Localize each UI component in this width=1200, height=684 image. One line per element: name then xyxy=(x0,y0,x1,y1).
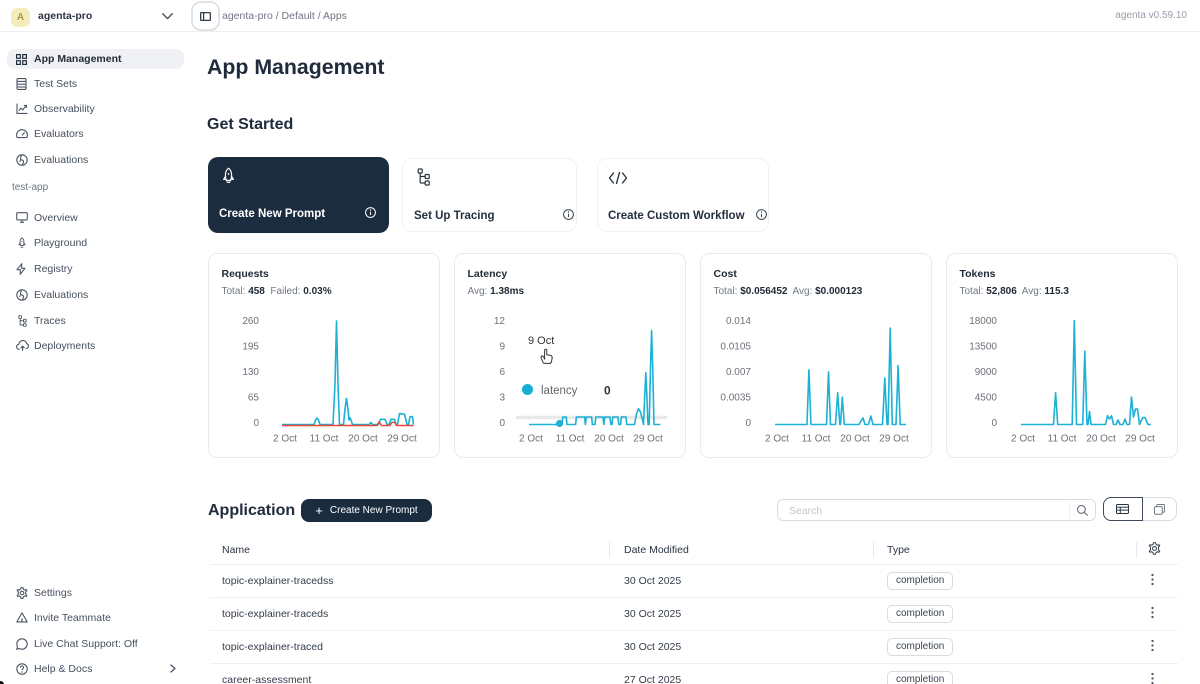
svg-text:20 Oct: 20 Oct xyxy=(594,434,624,445)
svg-text:9000: 9000 xyxy=(975,367,998,378)
svg-text:0: 0 xyxy=(253,418,259,429)
svg-text:29 Oct: 29 Oct xyxy=(387,434,417,445)
svg-text:0: 0 xyxy=(499,418,505,429)
svg-text:2 Oct: 2 Oct xyxy=(519,434,543,445)
svg-text:9 Oct: 9 Oct xyxy=(528,335,554,347)
svg-text:11 Oct: 11 Oct xyxy=(1048,434,1077,445)
svg-text:9: 9 xyxy=(499,342,505,353)
svg-text:11 Oct: 11 Oct xyxy=(556,434,585,445)
svg-text:0.0035: 0.0035 xyxy=(720,393,751,404)
svg-text:20 Oct: 20 Oct xyxy=(1086,434,1116,445)
svg-text:3: 3 xyxy=(499,393,505,404)
svg-text:11 Oct: 11 Oct xyxy=(310,434,339,445)
svg-text:29 Oct: 29 Oct xyxy=(879,434,909,445)
svg-text:6: 6 xyxy=(499,367,505,378)
svg-text:20 Oct: 20 Oct xyxy=(348,434,378,445)
svg-text:0: 0 xyxy=(745,418,751,429)
svg-text:12: 12 xyxy=(494,316,506,327)
svg-text:latency: latency xyxy=(541,385,578,397)
svg-text:18000: 18000 xyxy=(969,316,997,327)
svg-text:2 Oct: 2 Oct xyxy=(1011,434,1035,445)
svg-text:0: 0 xyxy=(991,418,997,429)
svg-text:130: 130 xyxy=(242,367,259,378)
svg-text:13500: 13500 xyxy=(969,342,997,353)
svg-text:0.0105: 0.0105 xyxy=(720,342,751,353)
svg-text:0.007: 0.007 xyxy=(726,367,751,378)
svg-text:29 Oct: 29 Oct xyxy=(633,434,663,445)
svg-text:2 Oct: 2 Oct xyxy=(765,434,789,445)
svg-text:0.014: 0.014 xyxy=(726,316,751,327)
svg-text:2 Oct: 2 Oct xyxy=(273,434,297,445)
svg-text:195: 195 xyxy=(242,342,259,353)
svg-text:4500: 4500 xyxy=(975,393,998,404)
svg-text:11 Oct: 11 Oct xyxy=(802,434,831,445)
svg-text:20 Oct: 20 Oct xyxy=(840,434,870,445)
svg-text:0: 0 xyxy=(604,384,611,398)
svg-text:260: 260 xyxy=(242,316,259,327)
svg-text:29 Oct: 29 Oct xyxy=(1125,434,1155,445)
svg-text:65: 65 xyxy=(248,393,260,404)
